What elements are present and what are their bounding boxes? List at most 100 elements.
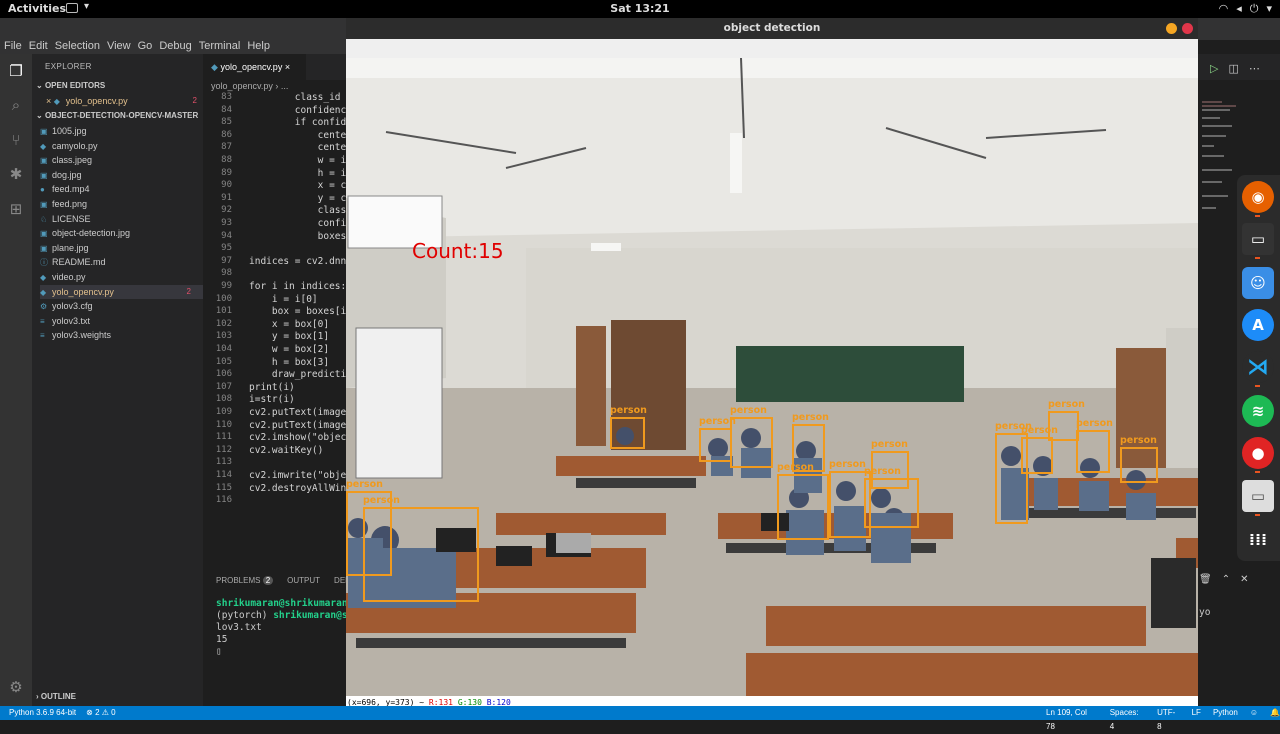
file-item[interactable]: ▣ object-detection.jpg bbox=[40, 226, 203, 240]
volume-icon[interactable]: ◂ bbox=[1236, 2, 1242, 16]
chevron-down-icon[interactable]: ▾ bbox=[1266, 2, 1272, 16]
tab-problems[interactable]: PROBLEMS 2 bbox=[216, 576, 274, 585]
maximize-panel-icon[interactable]: ⌃ bbox=[1222, 574, 1230, 585]
settings-gear-icon[interactable]: ⚙ bbox=[7, 678, 25, 696]
menu-selection[interactable]: Selection bbox=[55, 40, 100, 54]
opencv-toolbar bbox=[346, 39, 1198, 58]
file-item[interactable]: ● feed.mp4 bbox=[40, 182, 203, 196]
close-icon[interactable]: × bbox=[46, 96, 51, 106]
open-editor-item[interactable]: × ◆ yolo_opencv.py 2 bbox=[46, 94, 209, 108]
line-number: 98 bbox=[221, 268, 232, 279]
line-ending[interactable]: LF bbox=[1192, 706, 1201, 734]
line-number: 100 bbox=[215, 293, 232, 304]
vscode-icon[interactable]: ⋊ bbox=[1242, 351, 1274, 383]
appstore-icon[interactable]: A bbox=[1242, 309, 1274, 341]
system-tray[interactable]: ◠ ◂ ⏻ ▾ bbox=[1219, 2, 1272, 16]
problems-status[interactable]: ⊗ 2 ⚠ 0 bbox=[86, 706, 115, 720]
project-section[interactable]: ⌄ OBJECT-DETECTION-OPENCV-MASTER bbox=[36, 111, 198, 120]
clock[interactable]: Sat 13:21 bbox=[0, 2, 1280, 15]
line-number: 86 bbox=[221, 129, 232, 140]
detection-label: person bbox=[1120, 435, 1157, 446]
detection-label: person bbox=[1076, 418, 1113, 429]
power-icon[interactable]: ⏻ bbox=[1250, 2, 1259, 16]
detection-label: person bbox=[610, 405, 647, 416]
menu-view[interactable]: View bbox=[107, 40, 131, 54]
python-interpreter[interactable]: Python 3.6.9 64-bit bbox=[9, 706, 76, 720]
explorer-title: EXPLORER bbox=[45, 62, 92, 71]
file-item[interactable]: ⚙ yolov3.cfg bbox=[40, 299, 203, 313]
line-number: 105 bbox=[215, 356, 232, 367]
trash-icon[interactable]: 🗑 bbox=[1199, 574, 1212, 585]
file-name: dog.jpg bbox=[52, 169, 82, 180]
drive-icon[interactable]: ▭ bbox=[1242, 480, 1274, 512]
opencv-window-title[interactable]: object detection bbox=[346, 18, 1198, 39]
wifi-icon[interactable]: ◠ bbox=[1219, 2, 1229, 16]
line-number: 115 bbox=[215, 482, 232, 493]
menu-debug[interactable]: Debug bbox=[159, 40, 191, 54]
code-line: cv2.imwrite("obje bbox=[249, 470, 347, 481]
error-count-badge: 2 bbox=[192, 96, 197, 105]
minimize-icon[interactable] bbox=[1166, 23, 1177, 34]
feedback-icon[interactable]: ☺ bbox=[1250, 706, 1258, 734]
more-actions-icon[interactable]: ⋯ bbox=[1249, 62, 1260, 75]
file-item[interactable]: ♘ LICENSE bbox=[40, 212, 203, 226]
search-icon[interactable]: ⌕ bbox=[7, 96, 25, 114]
line-number: 111 bbox=[215, 432, 232, 443]
line-number: 109 bbox=[215, 407, 232, 417]
terminal-output[interactable]: shrikumaran@shrikumaran: (pytorch) shriku… bbox=[216, 598, 353, 658]
menu-file[interactable]: File bbox=[4, 40, 22, 54]
notifications-icon[interactable]: 🔔 bbox=[1270, 706, 1280, 734]
file-item[interactable]: ▣ class.jpeg bbox=[40, 153, 203, 167]
spotify-icon[interactable]: ≋ bbox=[1242, 395, 1274, 427]
file-item[interactable]: ⓘ README.md bbox=[40, 255, 203, 269]
cursor-position[interactable]: Ln 109, Col 78 bbox=[1046, 706, 1098, 734]
detection-box: person bbox=[1021, 425, 1058, 474]
breadcrumb[interactable]: yolo_opencv.py › ... bbox=[211, 81, 288, 91]
file-item[interactable]: ◆ yolo_opencv.py 2 bbox=[40, 284, 203, 299]
tab-output[interactable]: OUTPUT bbox=[287, 576, 320, 585]
file-item[interactable]: ≡ yolov3.weights bbox=[40, 328, 203, 342]
show-apps-grid-icon[interactable]: ⁞⁞⁞ bbox=[1242, 523, 1274, 555]
close-panel-icon[interactable]: ✕ bbox=[1240, 574, 1248, 585]
firefox-icon[interactable]: ◉ bbox=[1242, 181, 1274, 213]
code-line: y = c bbox=[249, 192, 347, 204]
line-number: 93 bbox=[221, 218, 232, 228]
file-item[interactable]: ◆ camyolo.py bbox=[40, 139, 203, 153]
line-number: 83 bbox=[221, 92, 232, 102]
file-item[interactable]: ≡ yolov3.txt bbox=[40, 314, 203, 328]
source-control-icon[interactable]: ⑂ bbox=[7, 131, 25, 149]
language-mode[interactable]: Python bbox=[1213, 706, 1238, 734]
file-item[interactable]: ▣ feed.png bbox=[40, 197, 203, 211]
encoding[interactable]: UTF-8 bbox=[1157, 706, 1180, 734]
tab-close-icon[interactable]: × bbox=[285, 62, 290, 72]
code-line: confidenc bbox=[249, 104, 347, 116]
line-number: 108 bbox=[215, 394, 232, 405]
file-item[interactable]: ◆ video.py bbox=[40, 270, 203, 284]
indentation[interactable]: Spaces: 4 bbox=[1110, 706, 1145, 734]
record-icon[interactable]: ● bbox=[1242, 437, 1274, 469]
file-item[interactable]: ▣ dog.jpg bbox=[40, 168, 203, 182]
file-name: feed.mp4 bbox=[52, 184, 90, 195]
file-item[interactable]: ▣ 1005.jpg bbox=[40, 124, 203, 138]
menu-edit[interactable]: Edit bbox=[29, 40, 48, 54]
terminal-line: lov3.txt bbox=[216, 622, 262, 633]
file-item[interactable]: ▣ plane.jpg bbox=[40, 241, 203, 255]
split-editor-icon[interactable]: ◫ bbox=[1228, 62, 1238, 75]
code-line: cv2.imshow("objec bbox=[249, 432, 347, 444]
menu-help[interactable]: Help bbox=[247, 40, 270, 54]
debug-icon[interactable]: ✱ bbox=[7, 165, 25, 183]
detection-image[interactable]: Count:15 person person person person person p… bbox=[346, 58, 1198, 696]
menu-terminal[interactable]: Terminal bbox=[199, 40, 241, 54]
menu-go[interactable]: Go bbox=[138, 40, 153, 54]
finder-icon[interactable]: ☺ bbox=[1242, 267, 1274, 299]
explorer-icon[interactable]: ❐ bbox=[7, 62, 25, 80]
outline-section[interactable]: › OUTLINE bbox=[36, 692, 76, 701]
run-icon[interactable]: ▷ bbox=[1210, 62, 1218, 75]
close-icon[interactable] bbox=[1182, 23, 1193, 34]
tab-yolo-opencv[interactable]: ◆ yolo_opencv.py × bbox=[203, 54, 306, 80]
open-editors-section[interactable]: ⌄ OPEN EDITORS bbox=[36, 81, 105, 90]
system-top-bar: Activities ▾ Sat 13:21 ◠ ◂ ⏻ ▾ bbox=[0, 0, 1280, 18]
extensions-icon[interactable]: ⊞ bbox=[7, 200, 25, 218]
terminal-icon[interactable]: ▭ bbox=[1242, 223, 1274, 255]
detection-label: person bbox=[363, 495, 400, 506]
